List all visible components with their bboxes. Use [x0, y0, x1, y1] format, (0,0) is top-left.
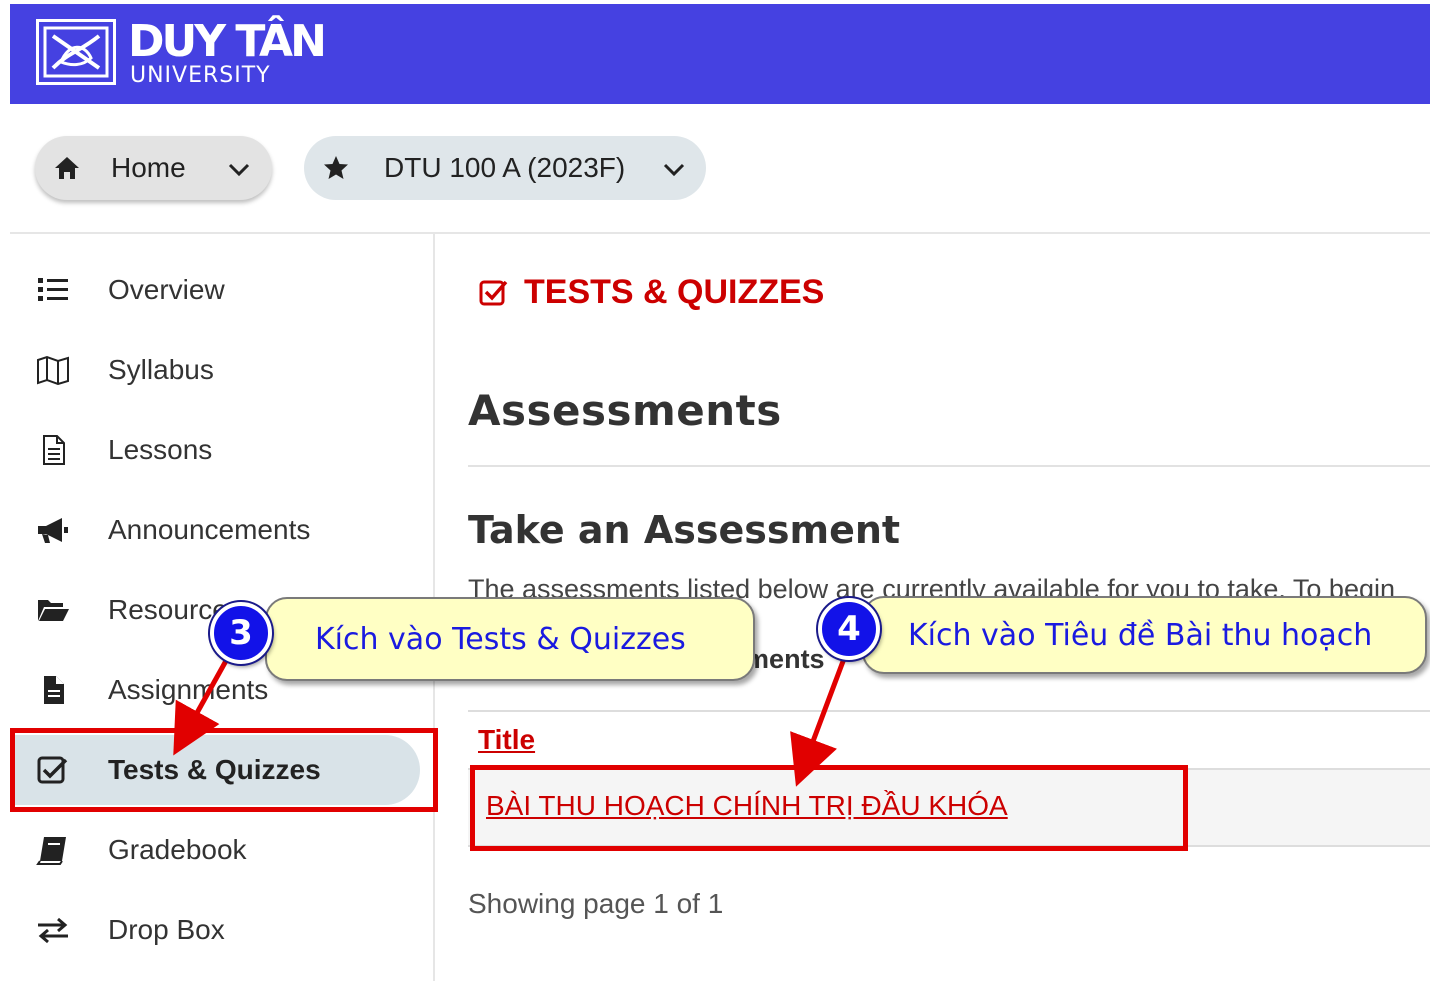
arrow-3	[173, 648, 235, 756]
callout-text: Kích vào Tests & Quizzes	[315, 621, 686, 657]
step-badge-3: 3	[210, 602, 272, 664]
callout-step-4: Kích vào Tiêu đề Bài thu hoạch	[862, 596, 1427, 674]
step-badge-4: 4	[818, 598, 880, 660]
callout-text: Kích vào Tiêu đề Bài thu hoạch	[908, 617, 1373, 653]
arrow-4	[790, 647, 851, 787]
annotation-arrows	[173, 647, 851, 787]
callout-step-3: Kích vào Tests & Quizzes	[265, 597, 755, 681]
